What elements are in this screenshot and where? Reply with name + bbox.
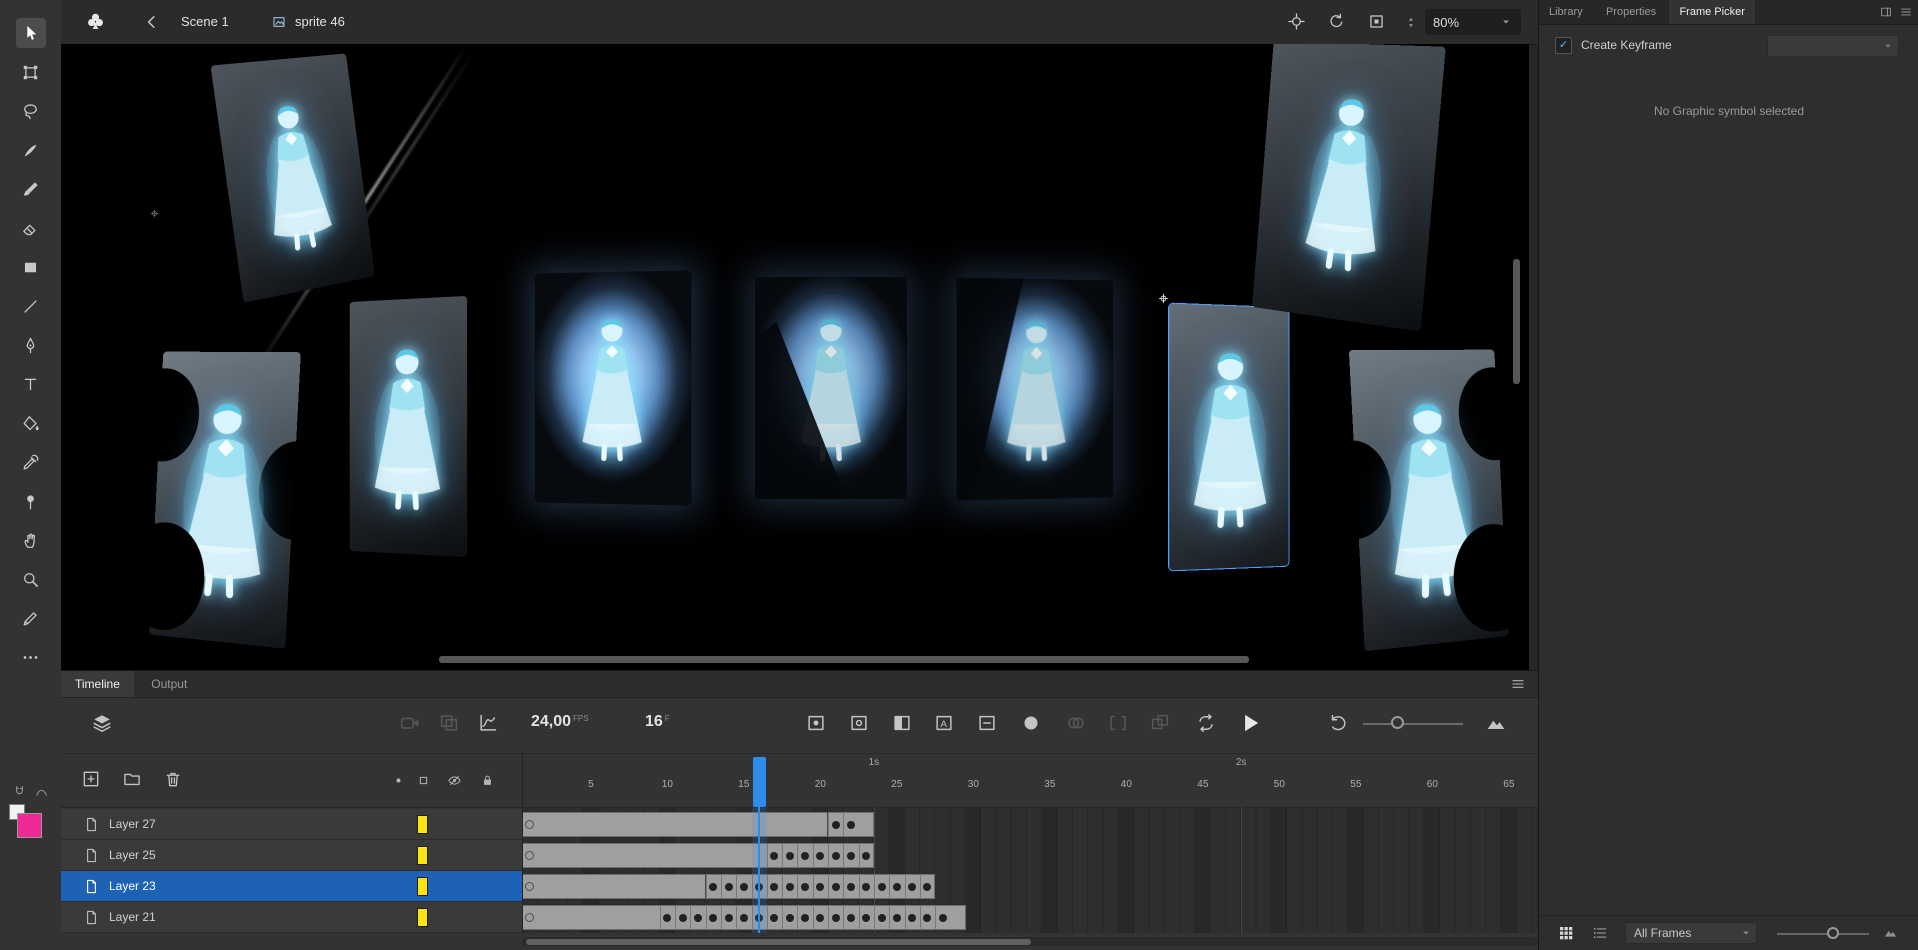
eraser-tool[interactable] bbox=[16, 213, 46, 243]
playhead[interactable] bbox=[753, 757, 766, 807]
thumbnail-size-slider[interactable] bbox=[1777, 933, 1869, 935]
right-panel: Library Properties Frame Picker ✓ Create… bbox=[1538, 0, 1918, 950]
layer-row-layer-21[interactable]: Layer 21 bbox=[61, 902, 522, 933]
layer-outline-swatch[interactable] bbox=[417, 846, 428, 865]
edit-bar: Scene 1 sprite 46 80% bbox=[61, 0, 1538, 45]
layer-row-layer-25[interactable]: Layer 25 bbox=[61, 840, 522, 871]
zoom-tool[interactable] bbox=[16, 564, 46, 594]
sprite-panel-5[interactable] bbox=[755, 277, 907, 499]
frame-picker-footer: All Frames bbox=[1539, 915, 1918, 950]
lasso-tool[interactable] bbox=[16, 96, 46, 126]
pen-tool[interactable] bbox=[16, 330, 46, 360]
timeline-panel: Timeline Output 24,00FPS 16F A bbox=[61, 670, 1538, 950]
layer-icon bbox=[83, 878, 100, 895]
create-keyframe-row: ✓ Create Keyframe bbox=[1549, 34, 1909, 58]
frame-rows[interactable] bbox=[522, 671, 1538, 950]
layer-name: Layer 21 bbox=[109, 902, 156, 932]
collapse-panel-icon[interactable] bbox=[1879, 5, 1893, 19]
back-button[interactable] bbox=[143, 13, 161, 31]
layer-list: Layer 27Layer 25Layer 23Layer 21 bbox=[61, 671, 522, 950]
layer-icon bbox=[83, 816, 100, 833]
right-panel-tab-bar: Library Properties Frame Picker bbox=[1539, 0, 1918, 25]
classic-brush-tool[interactable] bbox=[16, 174, 46, 204]
text-tool[interactable] bbox=[16, 369, 46, 399]
smoothing-icon[interactable] bbox=[34, 784, 49, 799]
stage-horizontal-scrollbar[interactable] bbox=[439, 656, 1249, 663]
eyedropper-tool[interactable] bbox=[16, 447, 46, 477]
panel-menu-icon[interactable] bbox=[1899, 5, 1913, 19]
list-view-icon[interactable] bbox=[1591, 924, 1609, 942]
paint-bucket-tool[interactable] bbox=[16, 408, 46, 438]
sprite-panel-6[interactable] bbox=[957, 277, 1113, 500]
tab-library[interactable]: Library bbox=[1539, 0, 1593, 24]
tab-properties[interactable]: Properties bbox=[1596, 0, 1666, 24]
tab-frame-picker[interactable]: Frame Picker bbox=[1669, 0, 1754, 24]
transform-anchor-icon[interactable] bbox=[1157, 292, 1170, 305]
grid-view-icon[interactable] bbox=[1557, 924, 1575, 942]
asset-warp-tool[interactable] bbox=[16, 486, 46, 516]
frame-row[interactable] bbox=[522, 902, 1538, 933]
hand-tool[interactable] bbox=[16, 525, 46, 555]
timeline-horizontal-scrollbar[interactable] bbox=[522, 937, 1538, 946]
frame-row[interactable] bbox=[522, 871, 1538, 902]
fill-color-swatch[interactable] bbox=[17, 813, 42, 838]
stage-canvas[interactable] bbox=[61, 44, 1529, 670]
sprite-panel-9[interactable] bbox=[1252, 44, 1446, 332]
playhead-line bbox=[758, 807, 760, 933]
transform-anchor-icon bbox=[149, 208, 160, 219]
stage-vertical-scrollbar[interactable] bbox=[1513, 259, 1520, 384]
fluid-brush-tool[interactable] bbox=[16, 135, 46, 165]
symbol-dropdown[interactable] bbox=[1767, 35, 1899, 57]
snap-magnet-icon[interactable] bbox=[12, 784, 27, 799]
sprite-panel-1[interactable] bbox=[210, 53, 375, 302]
animate-app-window: Scene 1 sprite 46 80% bbox=[0, 0, 1918, 950]
zoom-level-select[interactable]: 80% bbox=[1425, 9, 1521, 35]
sprite-panel-2[interactable] bbox=[149, 352, 301, 649]
zoom-stepper-icon[interactable] bbox=[1405, 14, 1417, 31]
frame-row[interactable] bbox=[522, 840, 1538, 871]
layer-row-layer-27[interactable]: Layer 27 bbox=[61, 809, 522, 840]
selection-tool[interactable] bbox=[16, 18, 46, 48]
center-stage-icon[interactable] bbox=[1287, 12, 1306, 31]
dropdown-caret-icon bbox=[1881, 39, 1895, 53]
color-swatches bbox=[9, 804, 55, 846]
layer-icon bbox=[83, 909, 100, 926]
layer-row-layer-23[interactable]: Layer 23 bbox=[61, 871, 522, 902]
tools-toolbar bbox=[0, 0, 62, 950]
frames-filter-value: All Frames bbox=[1634, 926, 1691, 940]
zoom-caret-icon bbox=[1499, 15, 1513, 29]
frame-size-icon[interactable] bbox=[1883, 925, 1898, 940]
frames-filter-select[interactable]: All Frames bbox=[1625, 922, 1757, 944]
layer-outline-swatch[interactable] bbox=[417, 908, 428, 927]
layer-name: Layer 23 bbox=[109, 871, 156, 901]
clip-content-icon[interactable] bbox=[1367, 12, 1386, 31]
more-tools[interactable] bbox=[16, 642, 46, 672]
free-transform-tool[interactable] bbox=[16, 57, 46, 87]
zoom-value: 80% bbox=[1433, 15, 1459, 30]
frame-row[interactable] bbox=[522, 809, 1538, 840]
filter-caret-icon bbox=[1739, 926, 1753, 940]
breadcrumb-scene[interactable]: Scene 1 bbox=[181, 0, 229, 44]
pencil-tool[interactable] bbox=[16, 603, 46, 633]
create-keyframe-label: Create Keyframe bbox=[1581, 34, 1672, 56]
layer-name: Layer 27 bbox=[109, 809, 156, 839]
rotation-icon[interactable] bbox=[1327, 12, 1346, 31]
layer-name: Layer 25 bbox=[109, 840, 156, 870]
empty-state-message: No Graphic symbol selected bbox=[1539, 104, 1918, 118]
graphic-symbol-icon bbox=[271, 14, 287, 30]
layer-outline-swatch[interactable] bbox=[417, 877, 428, 896]
layer-outline-swatch[interactable] bbox=[417, 815, 428, 834]
sprite-panel-3[interactable] bbox=[350, 296, 467, 557]
breadcrumb-symbol[interactable]: sprite 46 bbox=[295, 0, 345, 44]
sprite-panel-8[interactable] bbox=[1349, 350, 1509, 652]
sprite-panel-4[interactable] bbox=[535, 270, 691, 505]
line-tool[interactable] bbox=[16, 291, 46, 321]
rectangle-tool[interactable] bbox=[16, 252, 46, 282]
create-keyframe-checkbox[interactable]: ✓ bbox=[1555, 37, 1572, 54]
thumbnail-size-knob[interactable] bbox=[1827, 927, 1839, 939]
sprite-panel-selected[interactable] bbox=[1169, 304, 1288, 571]
layer-icon bbox=[83, 847, 100, 864]
document-club-icon bbox=[85, 11, 106, 32]
